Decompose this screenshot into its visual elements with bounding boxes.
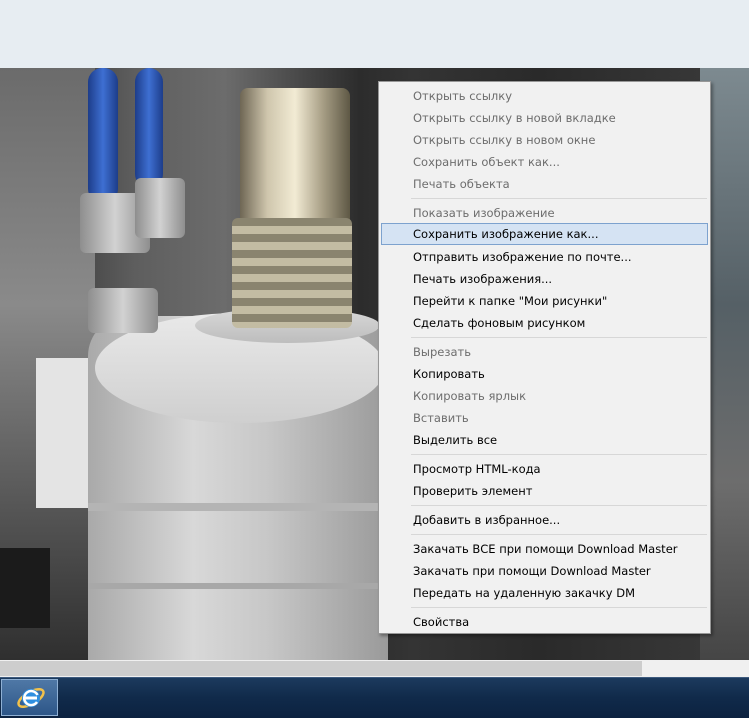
menu-item-dm-download[interactable]: Закачать при помощи Download Master [381, 560, 708, 582]
taskbar-ie-button[interactable] [1, 679, 58, 716]
menu-item-dm-remote[interactable]: Передать на удаленную закачку DM [381, 582, 708, 604]
menu-separator [411, 454, 707, 455]
image-detail [232, 218, 352, 328]
menu-item-paste[interactable]: Вставить [381, 407, 708, 429]
menu-item-open-link-new-window[interactable]: Открыть ссылку в новом окне [381, 129, 708, 151]
menu-item-copy-shortcut[interactable]: Копировать ярлык [381, 385, 708, 407]
browser-top-area [0, 0, 749, 68]
image-detail [88, 503, 388, 511]
menu-item-print-target[interactable]: Печать объекта [381, 173, 708, 195]
menu-item-save-picture-as[interactable]: Сохранить изображение как... [381, 223, 708, 245]
menu-item-open-link[interactable]: Открыть ссылку [381, 85, 708, 107]
menu-item-open-link-new-tab[interactable]: Открыть ссылку в новой вкладке [381, 107, 708, 129]
menu-separator [411, 198, 707, 199]
menu-item-dm-download-all[interactable]: Закачать ВСЕ при помощи Download Master [381, 538, 708, 560]
menu-item-show-picture[interactable]: Показать изображение [381, 202, 708, 224]
menu-item-properties[interactable]: Свойства [381, 611, 708, 633]
menu-item-go-to-my-pictures[interactable]: Перейти к папке "Мои рисунки" [381, 290, 708, 312]
menu-item-cut[interactable]: Вырезать [381, 341, 708, 363]
menu-item-email-picture[interactable]: Отправить изображение по почте... [381, 246, 708, 268]
internet-explorer-icon [17, 688, 45, 708]
image-detail [88, 288, 158, 333]
horizontal-scrollbar[interactable] [0, 660, 749, 677]
menu-item-save-target-as[interactable]: Сохранить объект как... [381, 151, 708, 173]
menu-item-inspect-element[interactable]: Проверить элемент [381, 480, 708, 502]
menu-item-copy[interactable]: Копировать [381, 363, 708, 385]
image-detail [88, 583, 388, 589]
taskbar [0, 677, 749, 718]
menu-item-view-source[interactable]: Просмотр HTML-кода [381, 458, 708, 480]
menu-separator [411, 505, 707, 506]
menu-separator [411, 534, 707, 535]
menu-item-set-as-background[interactable]: Сделать фоновым рисунком [381, 312, 708, 334]
scrollbar-thumb[interactable] [0, 661, 642, 676]
menu-separator [411, 607, 707, 608]
menu-item-add-to-favorites[interactable]: Добавить в избранное... [381, 509, 708, 531]
image-detail [135, 68, 163, 188]
menu-item-select-all[interactable]: Выделить все [381, 429, 708, 451]
image-detail [0, 548, 50, 628]
menu-item-print-picture[interactable]: Печать изображения... [381, 268, 708, 290]
image-detail [88, 68, 118, 203]
menu-separator [411, 337, 707, 338]
image-detail [135, 178, 185, 238]
image-detail [240, 88, 350, 228]
context-menu: Открыть ссылку Открыть ссылку в новой вк… [378, 81, 711, 634]
